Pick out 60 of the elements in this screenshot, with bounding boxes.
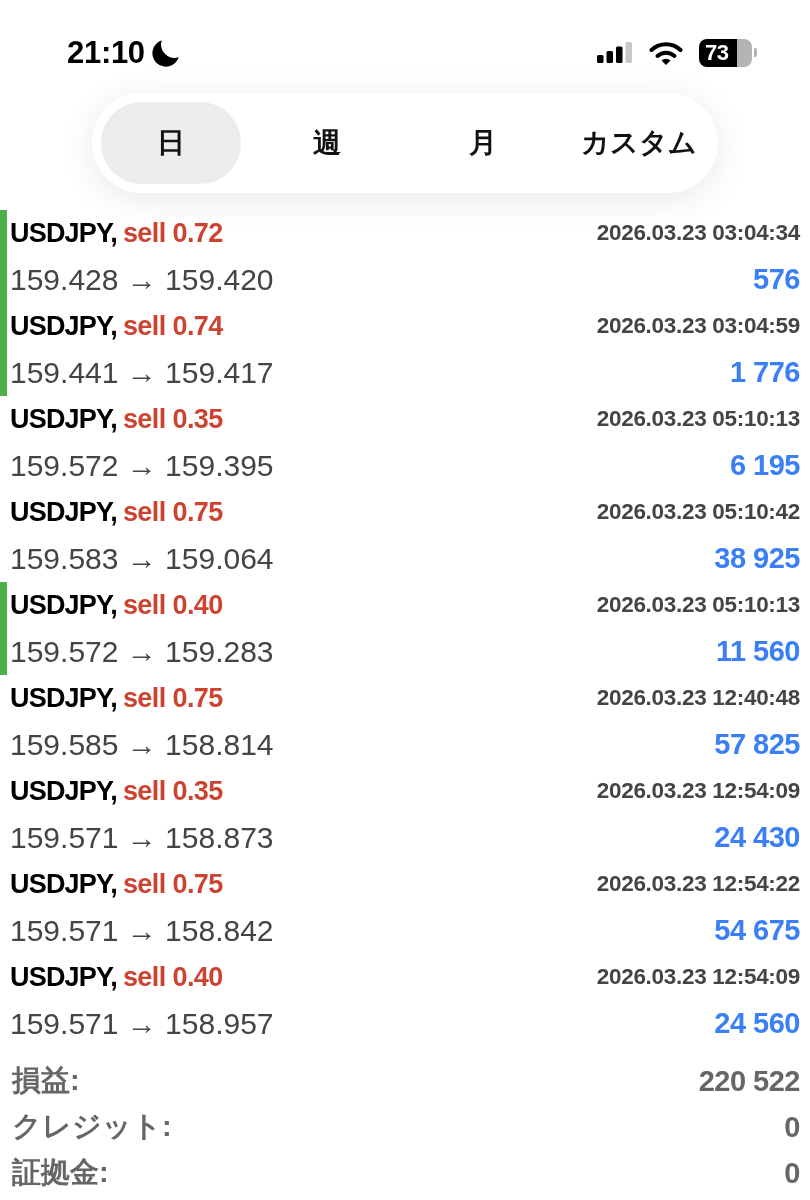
trade-symbol: USDJPY, (10, 217, 117, 249)
period-tab[interactable]: カスタム (569, 102, 709, 184)
trade-symbol: USDJPY, (10, 589, 117, 621)
trade-profit: 11 560 (715, 635, 800, 668)
trade-side: sell 0.35 (122, 775, 223, 807)
trade-symbol: USDJPY, (10, 682, 117, 714)
price-change: 159.572 → 159.283 (10, 634, 274, 669)
trade-time: 2026.03.23 03:04:59 (596, 313, 800, 339)
trade-side: sell 0.75 (122, 868, 223, 900)
trade-profit: 24 560 (714, 1007, 800, 1040)
trade-side: sell 0.40 (122, 961, 223, 993)
summary-value: 0 (784, 1110, 800, 1144)
trade-symbol: USDJPY, (10, 310, 117, 342)
trade-side: sell 0.72 (122, 217, 223, 249)
price-change: 159.571 → 158.842 (10, 913, 274, 948)
battery-percentage: 73 (705, 41, 729, 64)
trade-profit: 57 825 (714, 728, 800, 761)
trade-time: 2026.03.23 05:10:13 (596, 592, 800, 618)
trade-time: 2026.03.23 12:54:22 (596, 871, 800, 897)
price-change: 159.571 → 158.873 (10, 820, 274, 855)
trade-symbol: USDJPY, (10, 775, 117, 807)
price-change: 159.572 → 159.395 (10, 448, 274, 483)
trade-time: 2026.03.23 12:54:09 (596, 778, 800, 804)
trade-time: 2026.03.23 05:10:13 (596, 406, 800, 432)
trade-time: 2026.03.23 12:40:48 (596, 685, 800, 711)
wifi-icon (649, 40, 683, 65)
period-tab[interactable]: 月 (413, 102, 553, 184)
summary-label: 損益: (12, 1063, 80, 1098)
trade-profit: 54 675 (714, 914, 800, 947)
period-tab[interactable]: 週 (257, 102, 397, 184)
price-change: 159.585 → 158.814 (10, 727, 274, 762)
summary-value: 0 (784, 1156, 800, 1190)
signal-icon (597, 42, 633, 63)
summary-label: クレジット: (12, 1109, 172, 1144)
trade-profit: 6 195 (729, 449, 800, 482)
trade-symbol: USDJPY, (10, 496, 117, 528)
trade-time: 2026.03.23 03:04:34 (596, 220, 800, 246)
price-change: 159.428 → 159.420 (10, 262, 274, 297)
trade-side: sell 0.35 (122, 403, 223, 435)
summary-value: 220 522 (698, 1064, 800, 1098)
period-tab[interactable]: 日 (101, 102, 241, 184)
trade-profit: 576 (753, 263, 800, 296)
moon-icon (150, 37, 181, 68)
trade-time: 2026.03.23 12:54:09 (596, 964, 800, 990)
price-change: 159.583 → 159.064 (10, 541, 274, 576)
trade-symbol: USDJPY, (10, 868, 117, 900)
price-change: 159.441 → 159.417 (10, 355, 274, 390)
trade-time: 2026.03.23 05:10:42 (596, 499, 800, 525)
trade-side: sell 0.40 (122, 589, 223, 621)
trade-side: sell 0.75 (122, 496, 223, 528)
trade-profit: 24 430 (714, 821, 800, 854)
trade-side: sell 0.74 (122, 310, 223, 342)
status-time: 21:10 (67, 34, 145, 71)
trade-side: sell 0.75 (122, 682, 223, 714)
trade-symbol: USDJPY, (10, 961, 117, 993)
price-change: 159.571 → 158.957 (10, 1006, 274, 1041)
summary-label: 証拠金: (12, 1155, 109, 1190)
trade-profit: 1 776 (729, 356, 800, 389)
trade-profit: 38 925 (714, 542, 800, 575)
trade-symbol: USDJPY, (10, 403, 117, 435)
